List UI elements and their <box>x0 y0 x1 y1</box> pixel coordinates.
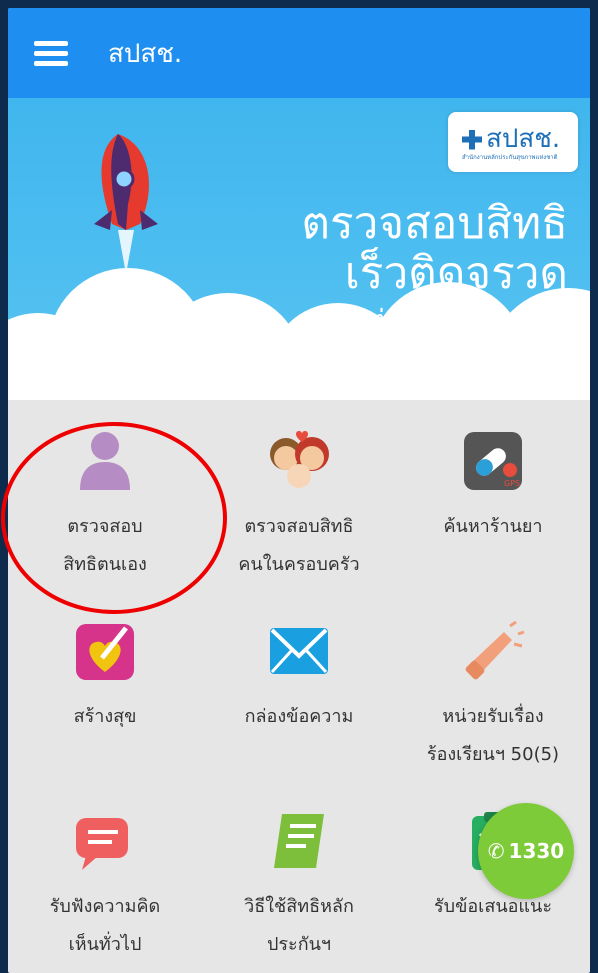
tile-complaint-unit[interactable]: หน่วยรับเรื่องร้องเรียนฯ 50(5) <box>396 590 590 780</box>
app-title: สปสช. <box>108 38 183 69</box>
tile-find-pharmacy[interactable]: GPS ค้นหาร้านยา <box>396 400 590 590</box>
chat-bubble-icon <box>76 818 128 870</box>
tile-rights-guide[interactable]: วิธีใช้สิทธิหลักประกันฯ <box>202 780 396 970</box>
heart-check-icon <box>76 624 134 680</box>
headline-line3: ง่ายแค่ปลายนิ้ว <box>370 304 568 339</box>
tile-label: รับข้อเสนอแนะ <box>433 896 553 917</box>
call-1330-button[interactable]: ✆ 1330 <box>478 803 574 899</box>
tile-label: ตรวจสอบสิทธิ <box>244 516 354 537</box>
tile-label: หน่วยรับเรื่อง <box>442 706 544 727</box>
tile-check-family-rights[interactable]: ตรวจสอบสิทธิคนในครอบครัว <box>202 400 396 590</box>
nhso-logo: สปสช. สำนักงานหลักประกันสุขภาพแห่งชาติ <box>448 112 578 172</box>
tile-label: สร้างสุข <box>73 706 137 727</box>
tile-label: ประกันฯ <box>266 934 332 955</box>
rocket-icon <box>94 134 158 274</box>
tile-label: เห็นทั่วไป <box>68 934 142 955</box>
phone-icon: ✆ <box>487 839 505 863</box>
tile-label: สิทธิตนเอง <box>63 554 147 575</box>
user-icon <box>80 432 130 490</box>
tile-label: วิธีใช้สิทธิหลัก <box>244 896 354 917</box>
svg-text:GPS: GPS <box>504 479 520 488</box>
tile-inbox[interactable]: กล่องข้อความ <box>202 590 396 780</box>
book-icon <box>274 814 324 868</box>
pill-gps-icon: GPS <box>464 432 522 490</box>
tile-check-own-rights[interactable]: ตรวจสอบสิทธิตนเอง <box>8 400 202 590</box>
tile-label: คนในครอบครัว <box>238 554 360 575</box>
logo-subtitle: สำนักงานหลักประกันสุขภาพแห่งชาติ <box>462 154 558 161</box>
banner: สปสช. สำนักงานหลักประกันสุขภาพแห่งชาติ ต… <box>8 98 590 400</box>
logo-text: สปสช. <box>486 124 561 154</box>
phone-screen: สปสช. สปสช. สำนักงานหลักประกันสุขภาพแห่ง… <box>8 8 590 973</box>
call-number: 1330 <box>508 839 565 863</box>
tile-create-happiness[interactable]: สร้างสุข <box>8 590 202 780</box>
family-icon <box>270 431 329 488</box>
tile-label: รับฟังความคิด <box>49 896 161 917</box>
envelope-icon <box>270 628 328 674</box>
tile-label: ร้องเรียนฯ 50(5) <box>426 744 560 765</box>
tile-label: ค้นหาร้านยา <box>443 516 543 537</box>
tile-label: ตรวจสอบ <box>67 516 143 537</box>
tile-label: กล่องข้อความ <box>244 706 354 727</box>
cross-icon <box>462 129 482 150</box>
app-bar: สปสช. <box>8 8 590 98</box>
megaphone-icon <box>465 620 525 680</box>
tile-general-opinion[interactable]: รับฟังความคิดเห็นทั่วไป <box>8 780 202 970</box>
hamburger-menu-icon[interactable] <box>34 33 74 73</box>
